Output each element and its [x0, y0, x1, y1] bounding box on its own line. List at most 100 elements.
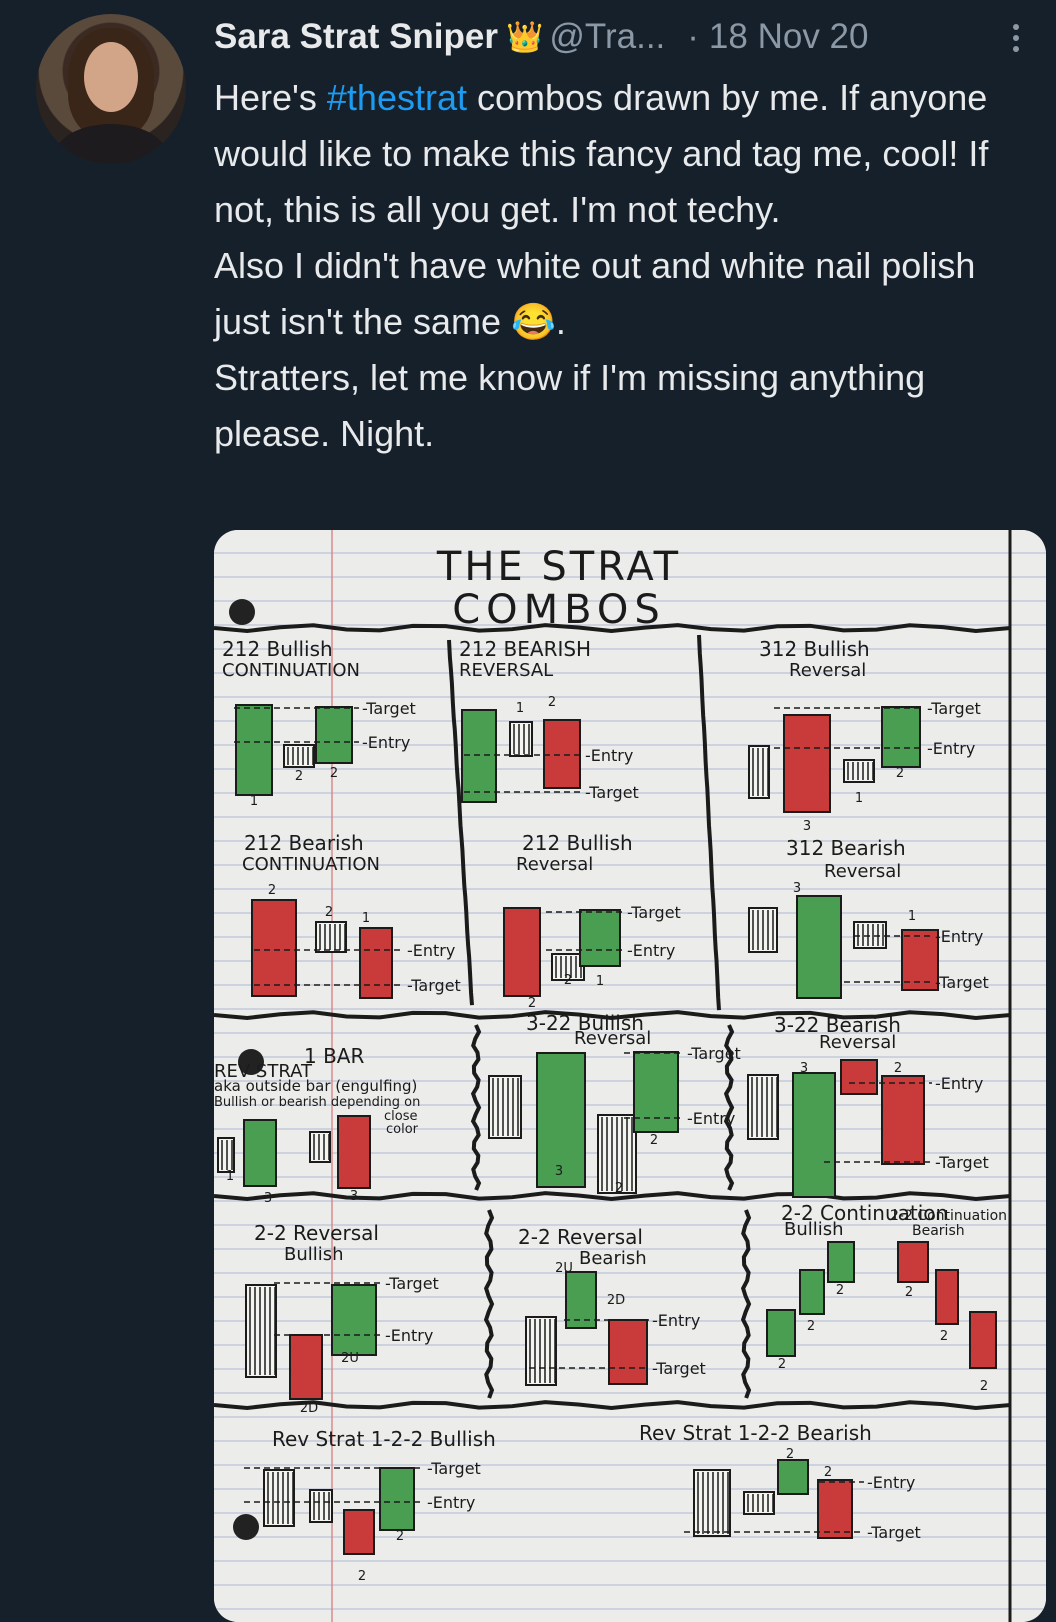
bar-number: 3	[555, 1164, 563, 1179]
bar-number: 2	[980, 1379, 988, 1394]
candle-1	[503, 907, 541, 997]
level-first-label: -Target	[385, 1274, 439, 1293]
candle-2	[243, 1119, 277, 1187]
panel-title: 212 Bullish	[222, 637, 333, 661]
bar-number: 3	[803, 819, 811, 834]
bar-number: 2	[786, 1447, 794, 1462]
panel-subtitle: Reversal	[789, 660, 866, 681]
candle-3	[827, 1241, 855, 1283]
candle-4	[881, 706, 921, 768]
bar-number: 2	[548, 695, 556, 710]
panel-note: aka outside bar (engulfing)	[214, 1077, 417, 1095]
bar-number: 3	[264, 1191, 272, 1206]
hashtag-link[interactable]: #thestrat	[327, 77, 467, 118]
level-first-label: -Entry	[652, 1311, 700, 1330]
panel-subtitle: CONTINUATION	[242, 854, 380, 875]
candle-2	[783, 714, 831, 813]
author-name[interactable]: Sara Strat Sniper	[214, 17, 498, 57]
laughing-emoji-icon: 😂	[511, 301, 556, 342]
more-options-icon[interactable]	[1006, 18, 1026, 58]
level-second-label: -Entry	[427, 1493, 475, 1512]
panel-title: 212 Bullish	[522, 831, 633, 855]
candle-1	[251, 899, 297, 997]
level-second-label: -Entry	[385, 1326, 433, 1345]
level-first-label: -Entry	[935, 1074, 983, 1093]
bar-number: 2D	[300, 1401, 318, 1416]
bar-number: 2U	[555, 1261, 573, 1276]
tweet-date[interactable]: 18 Nov 20	[709, 17, 869, 57]
panel-title: 2-2 Reversal	[518, 1225, 643, 1249]
candle-3	[343, 1509, 375, 1555]
panel-title: Rev Strat 1-2-2 Bearish	[639, 1421, 872, 1445]
level-first-label: -Target	[927, 699, 981, 718]
panel-title: 312 Bullish	[759, 637, 870, 661]
panel-title-b: 2-2 Continuation	[890, 1208, 1007, 1224]
candle-6	[969, 1311, 997, 1369]
binder-hole-bottom	[233, 1514, 259, 1540]
panel-subtitle: REVERSAL	[459, 660, 553, 681]
panel-subtitle: Reversal	[824, 861, 901, 882]
panel-note: Bullish or bearish depending on	[214, 1095, 420, 1110]
sheet-title-line1: THE STRAT	[436, 544, 681, 590]
author-handle[interactable]: @Tra...	[549, 17, 665, 57]
bar-number: 2	[396, 1529, 404, 1544]
text-segment: Here's	[214, 77, 327, 118]
bar-number: 2	[896, 766, 904, 781]
text-segment: Also I didn't have white out and white n…	[214, 245, 976, 342]
candle-2	[792, 1072, 836, 1198]
candle-3	[331, 1284, 377, 1356]
bar-number: 2	[330, 766, 338, 781]
tweet-text: Here's #thestrat combos drawn by me. If …	[214, 70, 1014, 462]
level-second-label: -Entry	[687, 1109, 735, 1128]
panel-title: 312 Bearish	[786, 836, 906, 860]
panel-subtitle: Bullish	[784, 1219, 844, 1240]
tweet-paragraph-2: Also I didn't have white out and white n…	[214, 238, 1014, 350]
avatar-shirt	[56, 124, 166, 164]
candle-2	[796, 895, 842, 999]
bar-number: 2	[528, 996, 536, 1011]
candle-3	[543, 719, 581, 789]
bar-number: 2	[325, 905, 333, 920]
panel-subtitle-b: Bearish	[912, 1223, 965, 1239]
tweet-header: Sara Strat Sniper 👑 @Tra... · 18 Nov 20	[214, 14, 1026, 60]
panel-subtitle: Bullish	[284, 1244, 344, 1265]
level-second-label: -Target	[407, 976, 461, 995]
author-avatar[interactable]	[36, 14, 186, 164]
level-second-label: -Target	[935, 1153, 989, 1172]
candle-3	[309, 1131, 331, 1163]
candle-4	[337, 1115, 371, 1189]
bar-number: 3	[800, 1061, 808, 1076]
candle-1	[693, 1469, 731, 1537]
candle-1	[766, 1309, 796, 1357]
level-second-label: -Target	[935, 973, 989, 992]
panel-subtitle: Reversal	[574, 1028, 651, 1049]
bar-number: 1	[516, 701, 524, 716]
candle-3	[853, 921, 887, 949]
candle-2	[289, 1334, 323, 1400]
candle-2	[565, 1271, 597, 1329]
candle-1	[235, 704, 273, 796]
panel-subtitle: Reversal	[516, 854, 593, 875]
bar-number: 1	[362, 911, 370, 926]
tweet-image[interactable]: THE STRAT COMBOS 212 Bullish CONTINUATION…	[214, 530, 1046, 1622]
bar-number: 1	[908, 909, 916, 924]
bar-number: 2U	[341, 1351, 359, 1366]
bar-number: 2	[905, 1285, 913, 1300]
bar-number: 2	[295, 769, 303, 784]
candle-1	[488, 1075, 522, 1139]
separator-dot: ·	[687, 17, 699, 56]
bar-number: 3	[793, 881, 801, 896]
bar-number: 1	[596, 974, 604, 989]
candle-4	[901, 929, 939, 991]
candle-3	[777, 1459, 809, 1495]
candle-1	[748, 745, 770, 799]
level-second-label: -Entry	[627, 941, 675, 960]
avatar-face	[84, 42, 138, 112]
bar-number: 2	[778, 1357, 786, 1372]
candle-3	[315, 706, 353, 764]
bar-number: 2	[940, 1329, 948, 1344]
candle-4	[633, 1051, 679, 1133]
level-first-label: -Target	[687, 1044, 741, 1063]
binder-hole-top	[229, 599, 255, 625]
candle-2	[799, 1269, 825, 1315]
